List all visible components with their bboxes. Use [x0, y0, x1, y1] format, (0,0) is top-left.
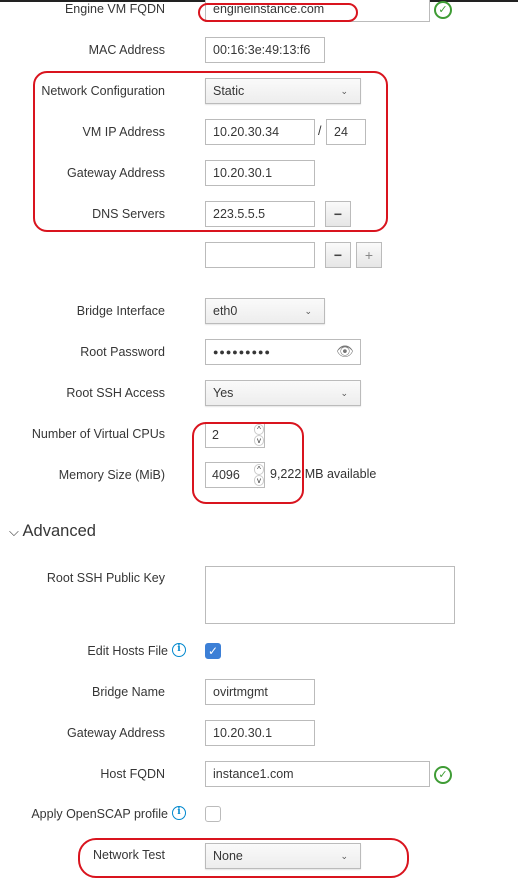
- root-password-label: Root Password: [80, 345, 165, 359]
- advanced-toggle[interactable]: ⌵ Advanced: [9, 522, 96, 541]
- bridge-interface-select[interactable]: eth0 ⌄: [205, 298, 325, 324]
- openscap-checkbox[interactable]: [205, 806, 221, 822]
- valid-check-icon: ✓: [434, 1, 452, 19]
- bridge-interface-label: Bridge Interface: [76, 304, 165, 318]
- bridge-name-label: Bridge Name: [92, 685, 165, 699]
- openscap-text: Apply OpenSCAP profile: [31, 807, 168, 821]
- vcpus-label: Number of Virtual CPUs: [31, 427, 165, 441]
- ssh-key-textarea[interactable]: [205, 566, 455, 624]
- annotation-highlight: [192, 422, 304, 504]
- openscap-label: Apply OpenSCAP profile i: [31, 806, 186, 822]
- advanced-gateway-input[interactable]: 10.20.30.1: [205, 720, 315, 746]
- dns-server-input-2[interactable]: [205, 242, 315, 268]
- host-fqdn-label: Host FQDN: [100, 767, 165, 781]
- mac-address-input[interactable]: 00:16:3e:49:13:f6: [205, 37, 325, 63]
- bridge-name-input[interactable]: ovirtmgmt: [205, 679, 315, 705]
- root-ssh-label: Root SSH Access: [66, 386, 165, 400]
- annotation-highlight: [198, 3, 358, 22]
- add-dns-button[interactable]: +: [356, 242, 382, 268]
- valid-check-icon: ✓: [434, 766, 452, 784]
- advanced-title: Advanced: [22, 522, 96, 540]
- root-ssh-value: Yes: [213, 386, 234, 400]
- edit-hosts-checkbox[interactable]: ✓: [205, 643, 221, 659]
- host-fqdn-input[interactable]: instance1.com: [205, 761, 430, 787]
- edit-hosts-text: Edit Hosts File: [87, 644, 168, 658]
- chevron-down-icon: ⌄: [340, 388, 348, 398]
- info-icon[interactable]: i: [172, 806, 186, 820]
- chevron-down-icon: ⌵: [9, 524, 19, 539]
- ssh-key-label: Root SSH Public Key: [46, 571, 165, 585]
- annotation-highlight: [78, 838, 409, 878]
- mac-address-label: MAC Address: [88, 43, 165, 57]
- engine-fqdn-label: Engine VM FQDN: [64, 2, 165, 16]
- memory-label: Memory Size (MiB): [58, 468, 165, 482]
- advanced-gateway-label: Gateway Address: [67, 726, 165, 740]
- edit-hosts-label: Edit Hosts File i: [87, 643, 186, 659]
- bridge-interface-value: eth0: [213, 304, 238, 318]
- eye-icon[interactable]: 👁: [336, 343, 354, 360]
- info-icon[interactable]: i: [172, 643, 186, 657]
- remove-dns-button[interactable]: −: [325, 242, 351, 268]
- root-ssh-select[interactable]: Yes ⌄: [205, 380, 361, 406]
- chevron-down-icon: ⌄: [304, 306, 312, 316]
- annotation-highlight: [33, 71, 388, 232]
